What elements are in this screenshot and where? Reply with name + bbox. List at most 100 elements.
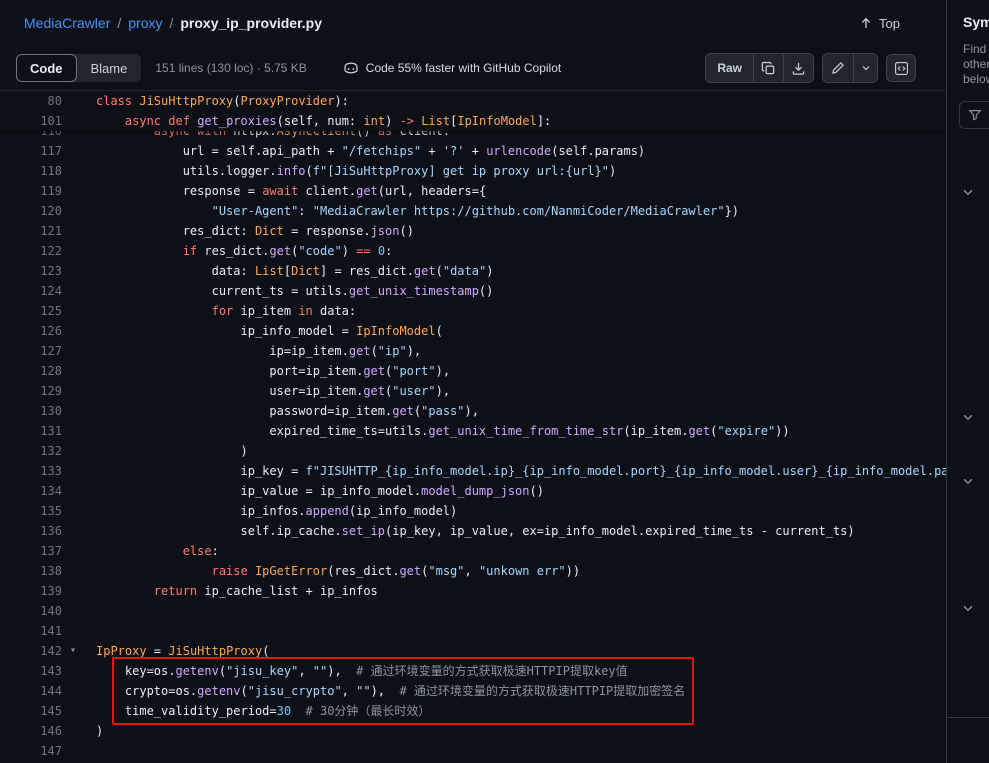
symbols-panel-title: Symbols — [947, 0, 989, 30]
edit-file-button[interactable] — [823, 54, 853, 82]
line-number[interactable]: 122 — [0, 241, 62, 261]
copilot-banner[interactable]: Code 55% faster with GitHub Copilot — [343, 60, 561, 76]
line-number[interactable]: 129 — [0, 381, 62, 401]
breadcrumb-file-name: proxy_ip_provider.py — [180, 15, 322, 31]
copy-raw-button[interactable] — [753, 54, 783, 82]
code-line-139: 139 return ip_cache_list + ip_infos — [0, 581, 946, 601]
breadcrumb-repo-link[interactable]: MediaCrawler — [24, 15, 110, 31]
line-number[interactable]: 141 — [0, 621, 62, 641]
symbols-panel: Symbols Find definitions and references … — [946, 0, 989, 763]
code-line-124: 124 current_ts = utils.get_unix_timestam… — [0, 281, 946, 301]
code-text: ) — [62, 721, 103, 741]
code-text — [62, 621, 96, 641]
line-number[interactable]: 125 — [0, 301, 62, 321]
code-text: ip_infos.append(ip_info_model) — [62, 501, 457, 521]
code-text: ip_value = ip_info_model.model_dump_json… — [62, 481, 544, 501]
line-number[interactable]: 123 — [0, 261, 62, 281]
line-number[interactable]: 126 — [0, 321, 62, 341]
symbol-group-2[interactable] — [961, 410, 975, 424]
toolbar-actions: Raw — [705, 53, 916, 83]
download-raw-button[interactable] — [783, 54, 813, 82]
line-number[interactable]: 140 — [0, 601, 62, 621]
code-line-137: 137 else: — [0, 541, 946, 561]
back-to-top-label: Top — [879, 16, 900, 31]
code-text: self.ip_cache.set_ip(ip_key, ip_value, e… — [62, 521, 855, 541]
line-number[interactable]: 137 — [0, 541, 62, 561]
chevron-down-icon — [961, 410, 975, 424]
code-text: ip=ip_item.get("ip"), — [62, 341, 421, 361]
copilot-text: Code 55% faster with GitHub Copilot — [366, 61, 561, 75]
line-number[interactable]: 80 — [0, 91, 62, 111]
breadcrumb-dir-link[interactable]: proxy — [128, 15, 162, 31]
line-number[interactable]: 147 — [0, 741, 62, 761]
line-number[interactable]: 118 — [0, 161, 62, 181]
line-number[interactable]: 138 — [0, 561, 62, 581]
chevron-down-icon — [961, 185, 975, 199]
code-text: "User-Agent": "MediaCrawler https://gith… — [62, 201, 739, 221]
code-text: class JiSuHttpProxy(ProxyProvider): — [62, 91, 349, 111]
code-text: port=ip_item.get("port"), — [62, 361, 450, 381]
collapse-chevron-icon[interactable]: ▾ — [70, 641, 76, 661]
line-number[interactable]: 144 — [0, 681, 62, 701]
line-number[interactable]: 146 — [0, 721, 62, 741]
line-number[interactable]: 128 — [0, 361, 62, 381]
line-number[interactable]: 117 — [0, 141, 62, 161]
code-text: IpProxy = JiSuHttpProxy( — [62, 641, 269, 661]
breadcrumb-separator: / — [169, 15, 173, 31]
line-number[interactable]: 145 — [0, 701, 62, 721]
symbol-group-1[interactable] — [961, 185, 975, 199]
back-to-top-button[interactable]: Top — [859, 16, 900, 31]
code-line-136: 136 self.ip_cache.set_ip(ip_key, ip_valu… — [0, 521, 946, 541]
symbol-group-4[interactable] — [961, 601, 975, 615]
line-number[interactable]: 143 — [0, 661, 62, 681]
code-text: response = await client.get(url, headers… — [62, 181, 486, 201]
line-number[interactable]: 133 — [0, 461, 62, 481]
code-text: crypto=os.getenv("jisu_crypto", ""), # 通… — [62, 681, 685, 701]
file-stats: 151 lines (130 loc) · 5.75 KB — [155, 61, 306, 75]
code-text: else: — [62, 541, 219, 561]
chevron-down-icon — [860, 62, 872, 74]
line-number[interactable]: 101 — [0, 111, 62, 131]
code-text: return ip_cache_list + ip_infos — [62, 581, 378, 601]
code-line-131: 131 expired_time_ts=utils.get_unix_time_… — [0, 421, 946, 441]
line-number[interactable]: 121 — [0, 221, 62, 241]
code-line-120: 120 "User-Agent": "MediaCrawler https://… — [0, 201, 946, 221]
code-line-140: 140 — [0, 601, 946, 621]
line-number[interactable]: 136 — [0, 521, 62, 541]
code-line-117: 117 url = self.api_path + "/fetchips" + … — [0, 141, 946, 161]
code-text: res_dict: Dict = response.json() — [62, 221, 414, 241]
code-line-125: 125 for ip_item in data: — [0, 301, 946, 321]
line-number[interactable]: 135 — [0, 501, 62, 521]
tab-blame[interactable]: Blame — [77, 54, 142, 82]
line-number[interactable]: 142 — [0, 641, 62, 661]
line-number[interactable]: 120 — [0, 201, 62, 221]
line-number[interactable]: 132 — [0, 441, 62, 461]
edit-dropdown-button[interactable] — [853, 54, 877, 82]
code-line-80: 80class JiSuHttpProxy(ProxyProvider): — [0, 91, 946, 111]
line-number[interactable]: 130 — [0, 401, 62, 421]
code-text: ) — [62, 441, 248, 461]
line-number[interactable]: 124 — [0, 281, 62, 301]
line-number[interactable]: 127 — [0, 341, 62, 361]
code-line-128: 128 port=ip_item.get("port"), — [0, 361, 946, 381]
line-number[interactable]: 139 — [0, 581, 62, 601]
symbols-panel-toggle[interactable] — [886, 54, 916, 82]
code-text: password=ip_item.get("pass"), — [62, 401, 479, 421]
tab-code[interactable]: Code — [16, 54, 77, 82]
filter-symbols-box — [959, 101, 989, 129]
line-number[interactable]: 119 — [0, 181, 62, 201]
code-line-127: 127 ip=ip_item.get("ip"), — [0, 341, 946, 361]
code-text: current_ts = utils.get_unix_timestamp() — [62, 281, 493, 301]
github-code-view: MediaCrawler / proxy / proxy_ip_provider… — [0, 0, 989, 763]
symbol-group-3[interactable] — [961, 474, 975, 488]
code-line-145: 145 time_validity_period=30 # 30分钟（最长时效） — [0, 701, 946, 721]
description-line: below or in the code. — [963, 72, 989, 87]
code-line-138: 138 raise IpGetError(res_dict.get("msg",… — [0, 561, 946, 581]
code-line-101: 101 async def get_proxies(self, num: int… — [0, 111, 946, 131]
raw-button[interactable]: Raw — [706, 54, 753, 82]
code-text — [62, 741, 96, 761]
line-number[interactable]: 131 — [0, 421, 62, 441]
line-number[interactable]: 134 — [0, 481, 62, 501]
code-line-133: 133 ip_key = f"JISUHTTP_{ip_info_model.i… — [0, 461, 946, 481]
filter-funnel-icon — [968, 108, 982, 122]
